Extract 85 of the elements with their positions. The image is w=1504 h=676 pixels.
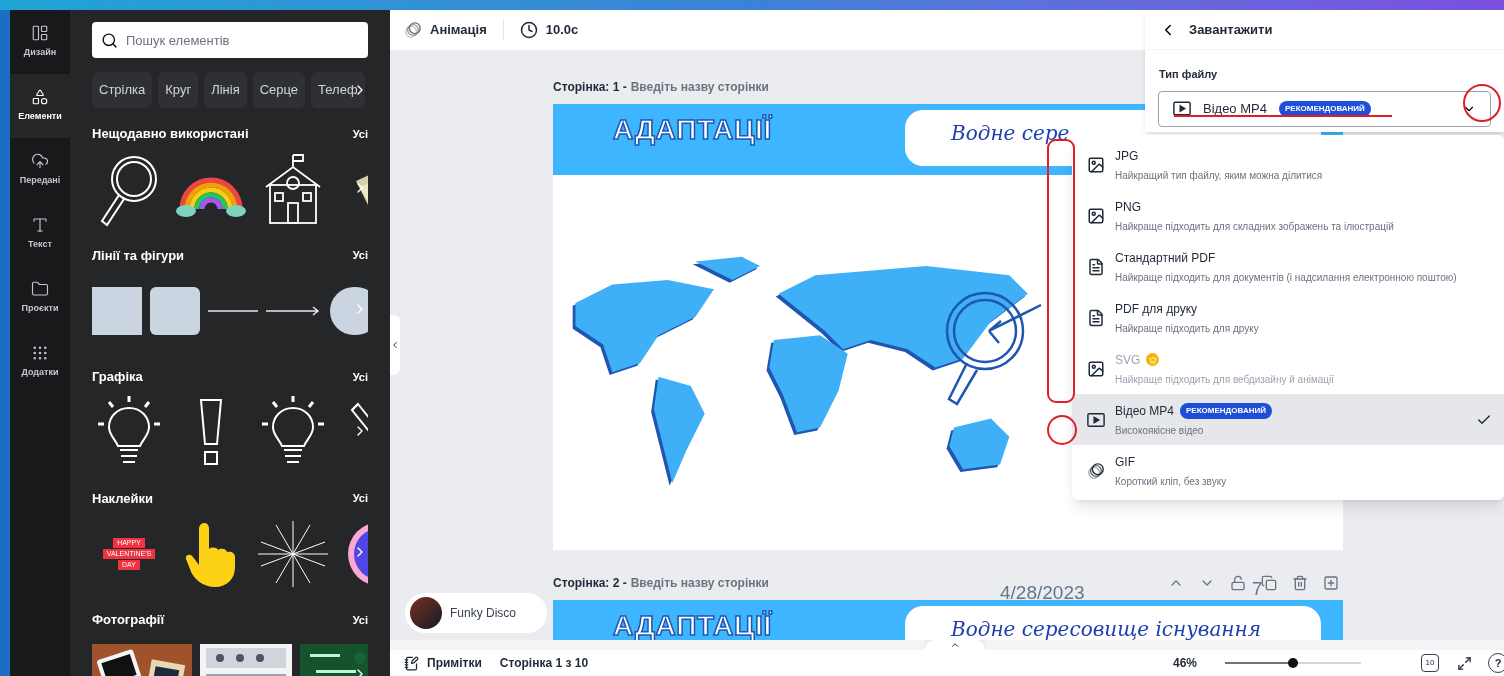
animation-button[interactable]: Анімація	[404, 20, 487, 40]
annotation-circle	[1047, 415, 1077, 445]
option-description: Найкращий тип файлу, яким можна ділитися	[1115, 168, 1324, 183]
album-cover-icon	[410, 597, 442, 629]
horizontal-scrollbar[interactable]	[390, 640, 925, 650]
document-icon	[1087, 257, 1105, 276]
track-title: Funky Disco	[450, 605, 517, 622]
page-subtitle: Водне сере	[951, 120, 1070, 147]
chevron-up-icon	[950, 640, 960, 650]
image-icon	[1087, 155, 1105, 174]
option-name: GIF	[1115, 453, 1135, 471]
image-icon	[1087, 206, 1105, 225]
see-all-link[interactable]: Усі	[352, 490, 368, 507]
animation-icon	[1087, 461, 1105, 480]
annotation-oval	[1463, 84, 1501, 122]
add-page-icon[interactable]	[1323, 575, 1339, 591]
field-label: Тип файлу	[1159, 67, 1219, 82]
image-icon	[1087, 359, 1105, 378]
search-field[interactable]: Пошук елементів	[92, 22, 368, 58]
sidebar-tab[interactable]: Елементи	[10, 74, 70, 138]
search-icon	[101, 32, 118, 49]
audio-track-chip[interactable]: Funky Disco	[405, 593, 547, 633]
file-type-select[interactable]: Відео MP4 РЕКОМЕНДОВАНИЙ	[1158, 90, 1491, 127]
horizontal-scrollbar[interactable]	[985, 640, 1504, 650]
trash-icon[interactable]	[1292, 575, 1308, 591]
option-description: Найкраще підходить для вебдизайну й анімації	[1115, 372, 1336, 387]
folder-icon	[31, 280, 49, 299]
option-description: Найкраще підходить для друку	[1115, 321, 1260, 336]
section-heading: Графіка	[92, 368, 143, 386]
slider-thumb[interactable]	[1288, 658, 1298, 668]
section-heading: Фотографії	[92, 611, 165, 629]
filter-chip[interactable]: Серце	[252, 72, 306, 108]
notes-icon	[404, 655, 419, 671]
fullscreen-icon[interactable]	[1457, 655, 1472, 671]
option-name: Відео MP4	[1115, 402, 1175, 420]
filter-chip[interactable]: Телеф	[311, 72, 365, 108]
upload-icon	[31, 152, 49, 171]
file-type-option[interactable]: Відео MP4 РЕКОМЕНДОВАНИЙ Високоякісне відео	[1072, 394, 1504, 445]
page-heading: АДАПТАЦІЇ	[613, 611, 772, 640]
collapse-panel-handle[interactable]	[390, 315, 400, 375]
document-icon	[1087, 308, 1105, 327]
notes-button[interactable]: Примітки	[404, 654, 482, 672]
shapes-icon	[31, 88, 49, 107]
video-icon	[1173, 101, 1191, 116]
section-heading: Наклейки	[92, 489, 154, 508]
page-grid-button[interactable]: 10	[1421, 654, 1439, 672]
chevron-left-icon	[390, 340, 400, 350]
see-all-link[interactable]: Усі	[352, 368, 368, 385]
page-title-field[interactable]: Введіть назву сторінки	[630, 574, 769, 592]
duration-button[interactable]: 10.0с	[519, 20, 579, 40]
filter-chip[interactable]: Лінія	[204, 72, 247, 108]
option-name: JPG	[1115, 147, 1139, 165]
option-name: PNG	[1115, 198, 1141, 216]
section-heading: Лінії та фігури	[92, 246, 185, 265]
recommended-badge: РЕКОМЕНДОВАНИЙ	[1278, 100, 1371, 117]
layout-icon	[31, 24, 49, 43]
option-name: Стандартний PDF	[1115, 249, 1216, 267]
filter-chip[interactable]: Круг	[158, 72, 199, 108]
panel-title: Завантажити	[1189, 20, 1273, 39]
option-description: Високоякісне відео	[1115, 423, 1205, 438]
duplicate-icon[interactable]	[1261, 575, 1277, 591]
slide-number: 7	[1252, 578, 1263, 600]
clock-icon	[519, 21, 538, 39]
page-heading: АДАПТАЦІЇ	[613, 115, 772, 145]
apps-icon	[31, 344, 49, 363]
option-name: PDF для друку	[1115, 300, 1198, 318]
see-all-link[interactable]: Усі	[352, 611, 368, 628]
zoom-percentage: 46%	[1172, 655, 1197, 672]
page-card[interactable]: АДАПТАЦІЇ Водне сересовище існування	[553, 600, 1343, 640]
text-icon	[31, 216, 49, 235]
page-counter: Сторінка 1 з 10	[499, 655, 589, 672]
page-subtitle: Водне сересовище існування	[951, 616, 1261, 640]
animation-icon	[404, 21, 422, 39]
see-all-link[interactable]: Усі	[352, 247, 368, 264]
option-description: Короткий кліп, без звуку	[1115, 474, 1228, 489]
filter-chip[interactable]: Стрілка	[92, 72, 153, 108]
video-icon	[1087, 411, 1105, 428]
section-heading: Нещодавно використані	[92, 125, 249, 143]
page-label: Сторінка: 1 -	[553, 79, 627, 96]
lock-icon[interactable]	[1230, 575, 1246, 591]
recommended-badge: РЕКОМЕНДОВАНИЙ	[1180, 402, 1272, 419]
page-title-field[interactable]: Введіть назву сторінки	[630, 78, 769, 96]
option-name: SVG	[1115, 351, 1141, 369]
page-label: Сторінка: 2 -	[553, 575, 627, 592]
see-all-link[interactable]: Усі	[352, 125, 368, 142]
